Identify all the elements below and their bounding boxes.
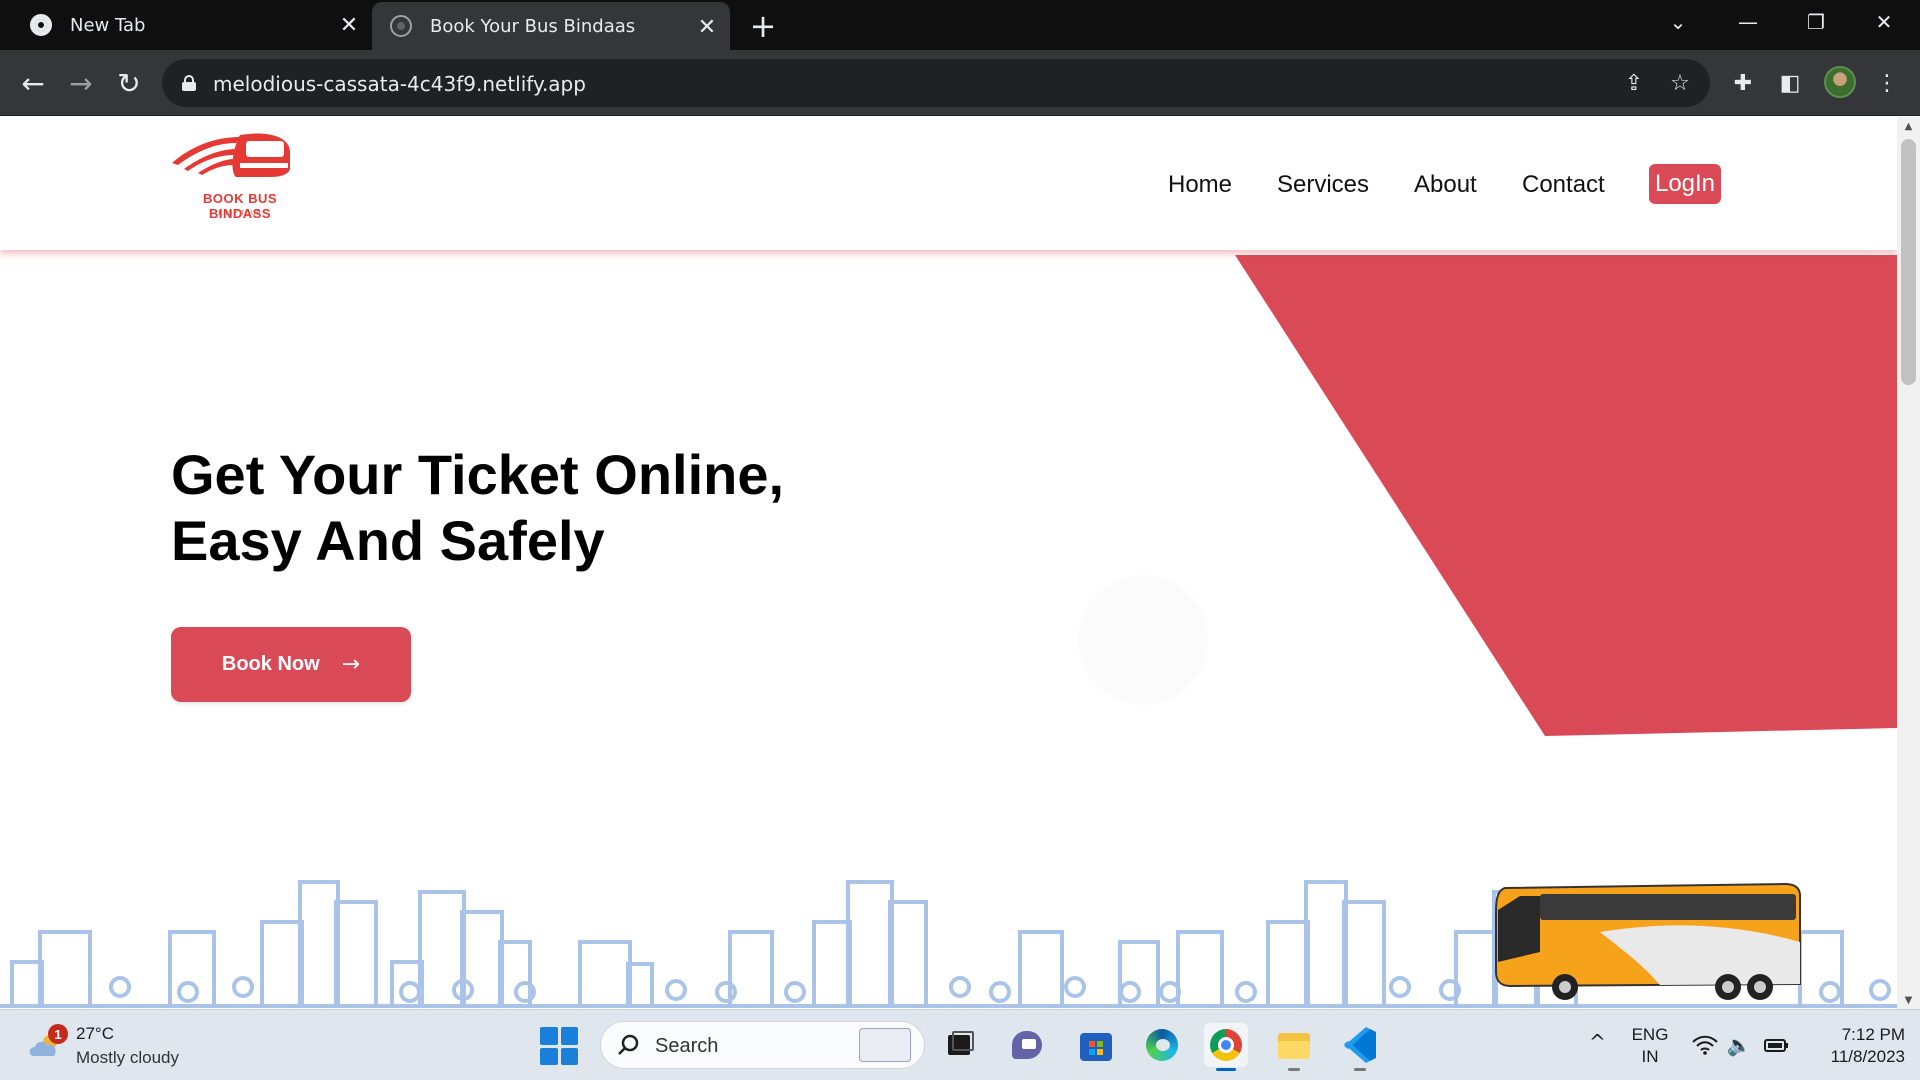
tab-title: Book Your Bus Bindaas (430, 15, 636, 37)
page-viewport: BOOK BUS BINDASS EASY TOUR Home Services… (0, 117, 1897, 1009)
close-window-button[interactable]: ✕ (1854, 0, 1914, 44)
chrome-taskbar-icon[interactable] (1204, 1023, 1248, 1071)
forward-button[interactable]: → (61, 63, 101, 103)
tab-title: New Tab (70, 14, 146, 36)
reload-button[interactable]: ↻ (109, 63, 149, 103)
tab-book-your-bus[interactable]: Book Your Bus Bindaas ✕ (372, 2, 730, 50)
nav-about[interactable]: About (1414, 171, 1477, 199)
lock-icon[interactable] (182, 75, 196, 91)
hero-title: Get Your Ticket Online, Easy And Safely (171, 442, 784, 574)
edge-icon[interactable] (1140, 1023, 1184, 1067)
wifi-icon[interactable] (1692, 1032, 1718, 1058)
minimize-button[interactable]: — (1718, 0, 1778, 44)
share-icon[interactable]: ⇪ (1620, 69, 1648, 97)
back-button[interactable]: ← (13, 63, 53, 103)
nav-home[interactable]: Home (1168, 171, 1232, 199)
page-scrollbar[interactable]: ▲ ▼ (1897, 117, 1920, 1009)
site-logo[interactable]: BOOK BUS BINDASS EASY TOUR (170, 129, 310, 229)
clock-time: 7:12 PM (1841, 1025, 1905, 1044)
close-icon[interactable]: ✕ (334, 10, 364, 40)
nav-services[interactable]: Services (1277, 171, 1369, 199)
new-tab-button[interactable]: + (745, 7, 781, 45)
hero-title-line-1: Get Your Ticket Online, (171, 443, 785, 506)
side-panel-icon[interactable]: ◧ (1773, 66, 1807, 100)
book-now-button[interactable]: Book Now → (171, 627, 411, 702)
tab-search-chevron-icon[interactable]: ⌄ (1648, 0, 1708, 44)
login-button[interactable]: LogIn (1649, 164, 1721, 204)
extensions-puzzle-icon[interactable]: ✚ (1726, 66, 1760, 100)
microsoft-store-icon[interactable] (1074, 1023, 1118, 1067)
weather-temp: 27°C (76, 1024, 114, 1043)
language-indicator[interactable]: ENG IN (1630, 1024, 1670, 1068)
city-skyline-illustration (0, 880, 1897, 1008)
tray-chevron-up-icon[interactable]: ^ (1589, 1030, 1606, 1054)
logo-tagline: EASY TOUR (218, 211, 262, 217)
battery-icon[interactable] (1764, 1032, 1790, 1058)
restore-button[interactable]: ❐ (1786, 0, 1846, 44)
scroll-thumb[interactable] (1901, 139, 1916, 385)
profile-avatar[interactable] (1824, 66, 1856, 98)
bus-illustration (1495, 882, 1801, 1000)
vscode-icon[interactable] (1338, 1023, 1382, 1071)
search-highlight-image (859, 1028, 911, 1062)
lang-line-2: IN (1641, 1047, 1659, 1066)
search-label: Search (655, 1035, 719, 1057)
nav-contact[interactable]: Contact (1522, 171, 1605, 199)
weather-widget[interactable]: 1 27°C Mostly cloudy (28, 1022, 208, 1070)
scroll-up-icon[interactable]: ▲ (1897, 117, 1920, 135)
close-icon[interactable]: ✕ (692, 12, 722, 42)
book-now-label: Book Now (221, 653, 320, 675)
teams-chat-icon[interactable] (1006, 1023, 1050, 1067)
browser-toolbar: ← → ↻ melodious-cassata-4c43f9.netlify.a… (0, 50, 1920, 116)
weather-condition: Mostly cloudy (76, 1048, 179, 1067)
taskbar-search[interactable]: Search (600, 1021, 925, 1069)
chrome-icon (30, 14, 52, 36)
vscode-logo-icon (1344, 1027, 1376, 1063)
task-view-icon[interactable] (938, 1023, 982, 1067)
lang-line-1: ENG (1631, 1025, 1669, 1044)
hero-title-line-2: Easy And Safely (171, 509, 605, 572)
site-header: BOOK BUS BINDASS EASY TOUR Home Services… (0, 117, 1897, 250)
file-explorer-icon[interactable] (1272, 1023, 1316, 1071)
search-icon (618, 1034, 639, 1055)
decorative-circle (1078, 575, 1208, 705)
bookmark-star-icon[interactable]: ☆ (1666, 69, 1694, 97)
tab-new-tab[interactable]: New Tab ✕ (0, 0, 372, 50)
windows-taskbar: 1 27°C Mostly cloudy Search ^ ENG IN 🔈 7… (0, 1009, 1920, 1080)
notification-badge: 1 (48, 1024, 68, 1044)
scroll-down-icon[interactable]: ▼ (1897, 991, 1920, 1009)
url-text[interactable]: melodious-cassata-4c43f9.netlify.app (213, 72, 586, 96)
bus-logo-icon (172, 133, 290, 177)
start-button[interactable] (540, 1027, 578, 1065)
globe-icon (390, 15, 412, 37)
system-clock[interactable]: 7:12 PM 11/8/2023 (1805, 1024, 1905, 1068)
clock-date: 11/8/2023 (1830, 1047, 1905, 1066)
browser-tab-strip: New Tab ✕ Book Your Bus Bindaas ✕ + ⌄ — … (0, 0, 1920, 50)
volume-icon[interactable]: 🔈 (1726, 1032, 1752, 1058)
address-bar[interactable]: melodious-cassata-4c43f9.netlify.app ⇪ ☆ (162, 59, 1710, 107)
menu-kebab-icon[interactable]: ⋮ (1870, 66, 1904, 100)
arrow-right-icon: → (341, 652, 361, 677)
